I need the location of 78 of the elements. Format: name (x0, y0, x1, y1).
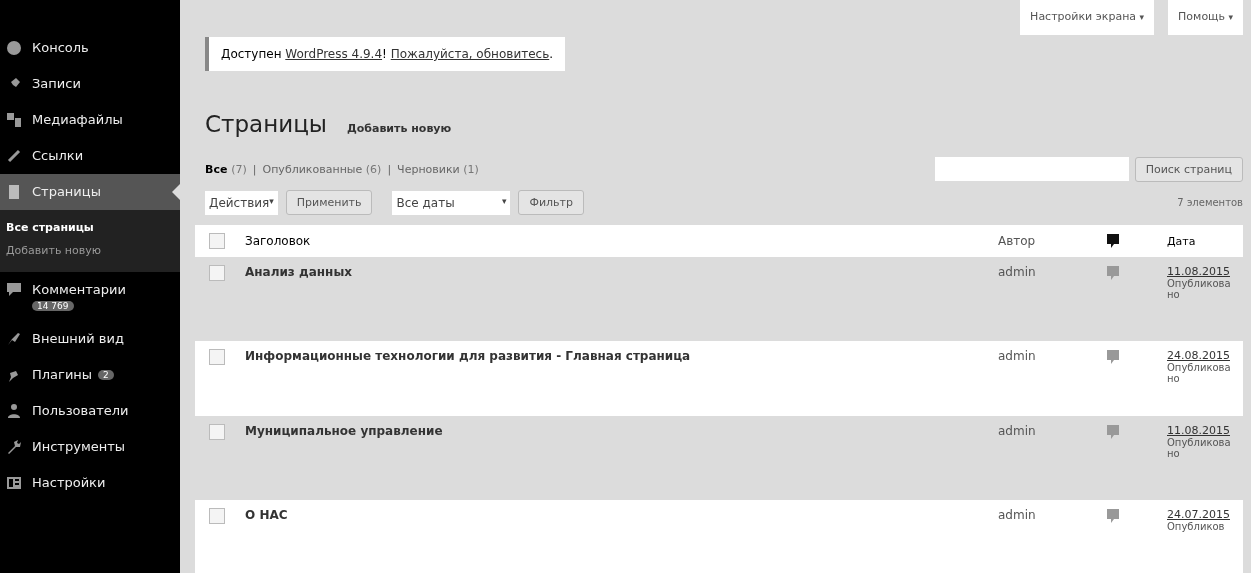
separator: | (387, 163, 392, 176)
sidebar-item[interactable]: Настройки (0, 465, 180, 501)
apply-button[interactable]: Применить (285, 190, 373, 215)
status-filter-link[interactable]: Все (7) (205, 163, 247, 176)
page-title-link[interactable]: Информационные технологии для развития - Главная страница (245, 349, 691, 363)
column-header[interactable]: Заголовок (239, 230, 992, 252)
settings-icon (6, 475, 22, 491)
row-checkbox[interactable] (209, 424, 225, 440)
filter-button[interactable]: Фильтр (518, 190, 584, 215)
menu-label: Консоль (32, 40, 89, 55)
submenu-item[interactable]: Добавить новую (0, 239, 180, 262)
author-cell: admin (998, 349, 1036, 363)
menu-label: Внешний вид (32, 331, 124, 346)
separator: | (252, 163, 257, 176)
page-title-link[interactable]: Муниципальное управление (245, 424, 443, 438)
count-badge: 14 769 (32, 301, 74, 311)
comment-icon (1105, 508, 1121, 524)
sidebar-item[interactable]: Консоль (0, 30, 180, 66)
comment-icon (1105, 349, 1121, 365)
menu-label: Пользователи (32, 403, 129, 418)
date-link[interactable]: 11.08.2015 (1167, 424, 1237, 437)
column-header[interactable]: Автор (992, 230, 1099, 252)
sidebar-item[interactable]: Внешний вид (0, 321, 180, 357)
sidebar-item[interactable]: Пользователи (0, 393, 180, 429)
row-checkbox[interactable] (209, 508, 225, 524)
count-badge: 2 (98, 369, 114, 380)
screen-tab[interactable]: Настройки экрана ▾ (1020, 0, 1155, 35)
screen-tab[interactable]: Помощь ▾ (1168, 0, 1243, 35)
media-icon (6, 112, 22, 128)
page-title-link[interactable]: Анализ данных (245, 265, 352, 279)
row-checkbox[interactable] (209, 265, 225, 281)
sidebar-item[interactable]: Ссылки (0, 138, 180, 174)
author-cell: admin (998, 508, 1036, 522)
date-select[interactable]: Все даты ▾ (392, 190, 511, 215)
page-icon (6, 184, 22, 200)
search-field[interactable] (934, 157, 1129, 181)
status-filter-link[interactable]: Черновики (1) (397, 163, 479, 176)
date-link[interactable]: 24.07.2015 (1167, 508, 1237, 521)
status-text: Опубликовано (1167, 437, 1232, 459)
sidebar-item[interactable]: Записи (0, 66, 180, 102)
status-text: Опубликов (1167, 521, 1226, 532)
date-link[interactable]: 11.08.2015 (1167, 265, 1237, 278)
menu-label: Страницы (32, 184, 101, 199)
menu-label: Плагины (32, 367, 93, 382)
comment-icon (1105, 233, 1121, 249)
sidebar-item[interactable]: Комментарии 14 769 (0, 272, 180, 321)
add-new-link[interactable]: Добавить новую (346, 122, 452, 135)
sidebar-item[interactable]: Инструменты (0, 429, 180, 465)
author-cell: admin (998, 424, 1036, 438)
wrench-icon (6, 439, 22, 455)
submenu-item[interactable]: Все страницы (0, 216, 180, 239)
select-all-checkbox[interactable] (209, 233, 225, 249)
status-filter-link[interactable]: Опубликованные (6) (262, 163, 382, 176)
speech-bubble-icon (6, 282, 22, 298)
row-checkbox[interactable] (209, 349, 225, 365)
menu-label: Медиафайлы (32, 112, 123, 127)
comment-icon (1105, 424, 1121, 440)
menu-label: Ссылки (32, 148, 84, 163)
column-header[interactable]: Дата (1161, 230, 1243, 252)
author-cell: admin (998, 265, 1036, 279)
status-text: Опубликовано (1167, 278, 1232, 300)
sidebar-item[interactable]: Плагины 2 (0, 357, 180, 393)
notice-text: Доступен WordPress 4.9.4! Пожалуйста, обновитесь. (221, 47, 554, 61)
menu-label: Инструменты (32, 439, 126, 454)
search-button[interactable]: Поиск страниц (1134, 157, 1243, 182)
page-title-link[interactable]: О НАС (245, 508, 288, 522)
menu-label: Настройки (32, 475, 106, 490)
status-text: Опубликовано (1167, 362, 1232, 384)
sidebar-item[interactable]: Медиафайлы (0, 102, 180, 138)
items-count: 7 элементов (1177, 197, 1243, 208)
menu-label: Комментарии (32, 282, 126, 297)
page-title: Страницы (205, 111, 327, 137)
date-link[interactable]: 24.08.2015 (1167, 349, 1237, 362)
menu-label: Записи (32, 76, 81, 91)
sidebar-item[interactable]: Страницы (0, 174, 180, 210)
comment-icon (1105, 265, 1121, 281)
bulk-actions-select[interactable]: Действия▾ (205, 190, 278, 215)
user-icon (6, 403, 22, 419)
